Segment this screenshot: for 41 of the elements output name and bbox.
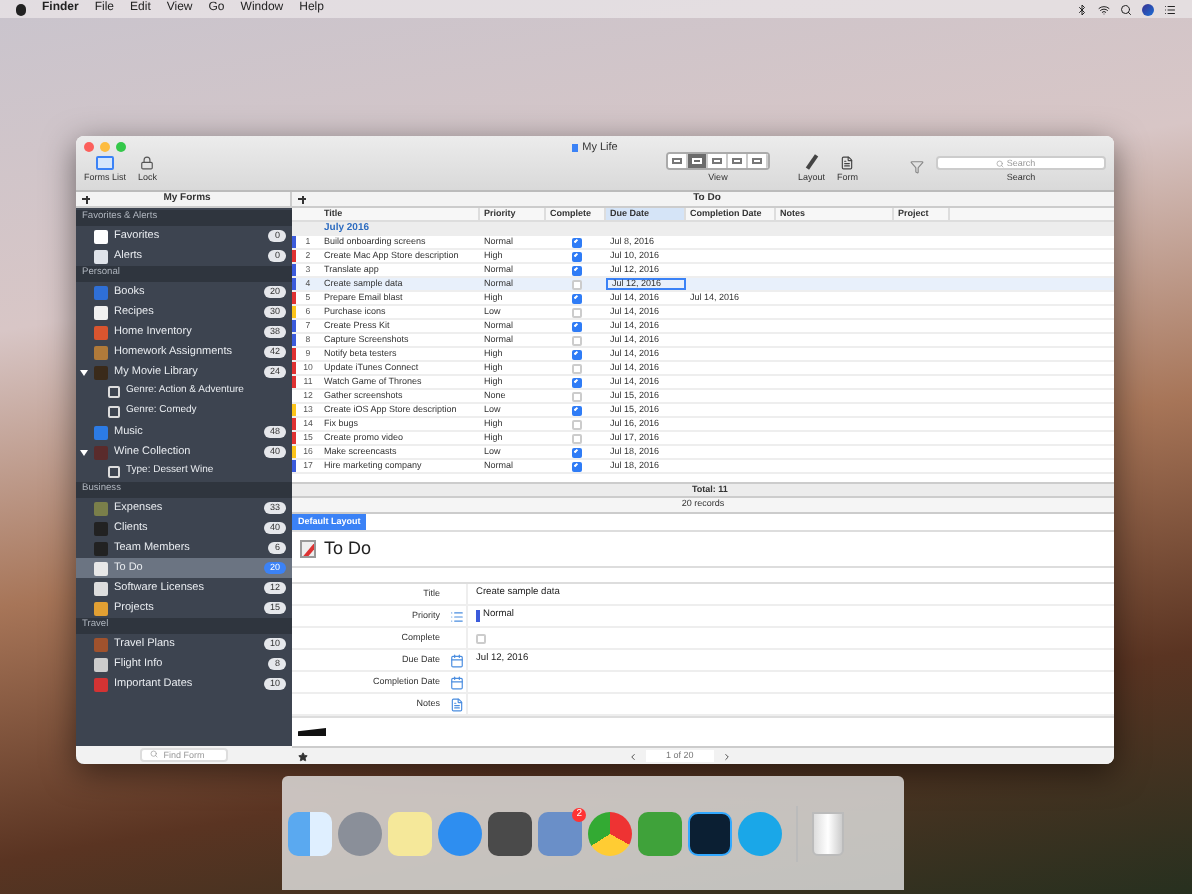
- search-icon: [150, 750, 158, 758]
- app-icon[interactable]: [688, 811, 732, 855]
- form-title: To Do: [324, 535, 372, 562]
- form-icon: [840, 156, 855, 171]
- disclosure-triangle-icon[interactable]: [80, 449, 88, 455]
- view-segment[interactable]: [687, 154, 708, 169]
- search-icon: [996, 159, 1004, 168]
- add-icon[interactable]: [82, 195, 90, 203]
- view-segment[interactable]: [667, 154, 688, 169]
- pencil-icon: [300, 540, 316, 558]
- close-button[interactable]: [84, 142, 94, 152]
- view-segment[interactable]: [747, 154, 768, 169]
- filter-icon[interactable]: [910, 160, 924, 174]
- checkbox[interactable]: [571, 363, 581, 373]
- lock-icon: [140, 156, 155, 171]
- checkbox[interactable]: [476, 633, 486, 643]
- checkbox[interactable]: [571, 279, 581, 289]
- add-icon[interactable]: [298, 195, 306, 203]
- app-icon[interactable]: [488, 811, 532, 855]
- view-segmented-control[interactable]: [665, 152, 770, 171]
- checkbox[interactable]: [571, 433, 581, 443]
- menu-icon[interactable]: [1164, 3, 1176, 15]
- document-icon: [572, 144, 579, 153]
- view-segment[interactable]: [707, 154, 728, 169]
- disclosure-triangle-icon[interactable]: [80, 369, 88, 375]
- wifi-icon[interactable]: [1098, 3, 1110, 15]
- previous-icon[interactable]: [628, 751, 638, 761]
- checkbox[interactable]: [571, 335, 581, 345]
- next-icon[interactable]: [721, 751, 732, 761]
- checkbox[interactable]: [571, 307, 581, 317]
- checkbox[interactable]: [571, 419, 581, 429]
- bluetooth-icon[interactable]: [1076, 3, 1088, 15]
- calendar-icon[interactable]: [449, 653, 463, 667]
- sidebar-toggle-icon: [96, 156, 114, 171]
- checkbox[interactable]: [571, 391, 581, 401]
- note-icon[interactable]: [449, 697, 463, 711]
- search-icon[interactable]: [1120, 3, 1132, 15]
- list-icon[interactable]: [449, 609, 463, 623]
- calendar-icon[interactable]: [449, 675, 463, 689]
- star-icon[interactable]: [298, 751, 308, 761]
- view-segment[interactable]: [727, 154, 748, 169]
